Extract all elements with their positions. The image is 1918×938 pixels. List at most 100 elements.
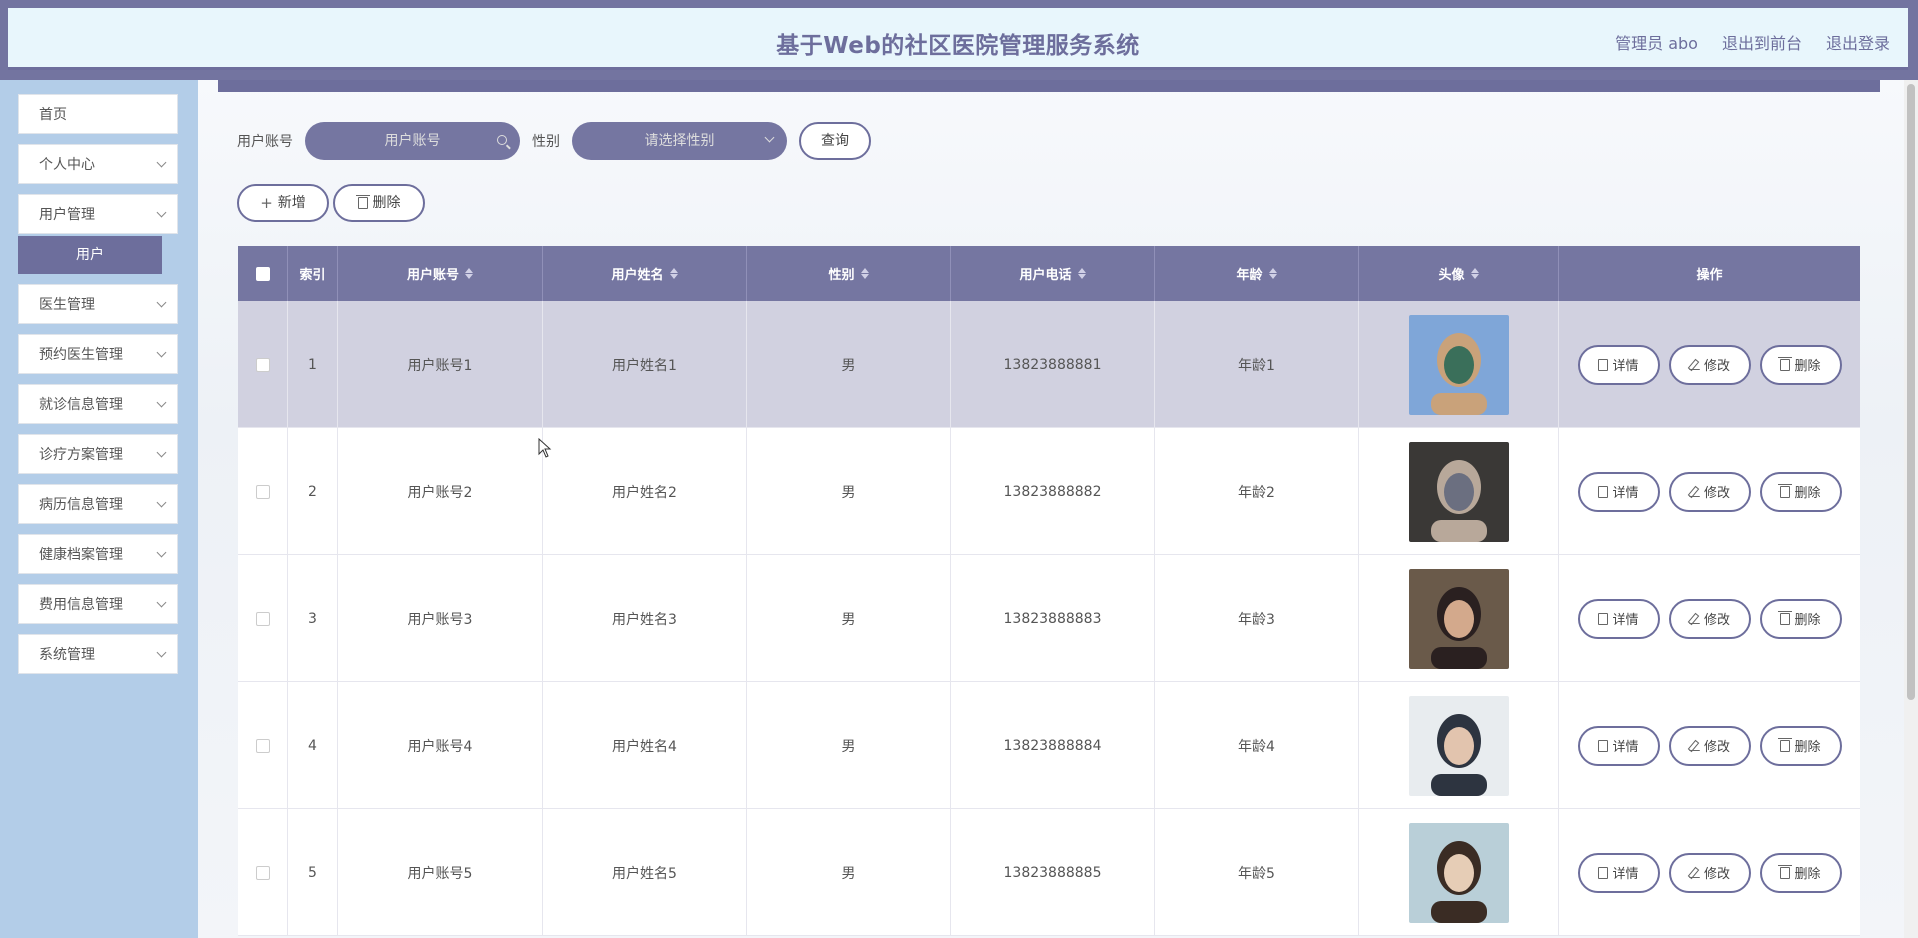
avatar[interactable] [1408, 695, 1509, 796]
edit-label: 修改 [1703, 613, 1730, 628]
document-icon [1598, 358, 1609, 371]
row-checkbox[interactable] [255, 738, 270, 753]
edit-label: 修改 [1703, 740, 1730, 755]
user-table: 索引 用户账号 用户姓名 性别 用户电话 年龄 头像 操作 1 用户账号1 用户姓名… [238, 246, 1860, 938]
exit-to-frontend-link[interactable]: 退出到前台 [1722, 30, 1802, 54]
row-checkbox[interactable] [255, 484, 270, 499]
delete-button[interactable]: 删除 [1759, 344, 1842, 385]
sidebar-item-appointment-management[interactable]: 预约医生管理 [18, 334, 178, 374]
avatar[interactable] [1408, 822, 1509, 923]
admin-user-link[interactable]: 管理员 abo [1615, 30, 1698, 54]
col-label: 年龄 [1236, 268, 1263, 283]
header: 基于Web的社区医院管理服务系统 管理员 abo 退出到前台 退出登录 [8, 8, 1908, 70]
delete-label: 删除 [1794, 740, 1821, 755]
detail-label: 详情 [1612, 867, 1639, 882]
sidebar-item-treatment-plan-management[interactable]: 诊疗方案管理 [18, 434, 178, 474]
edit-button[interactable]: 修改 [1668, 344, 1751, 385]
sort-icon [860, 268, 869, 279]
trash-icon [1778, 864, 1793, 879]
row-select-cell [238, 682, 288, 809]
edit-label: 修改 [1703, 867, 1730, 882]
col-account[interactable]: 用户账号 [338, 246, 543, 301]
edit-button[interactable]: 修改 [1668, 725, 1751, 766]
table-row[interactable]: 3 用户账号3 用户姓名3 男 13823888883 年龄3 详情 修改 删除 [238, 555, 1860, 682]
edit-button[interactable]: 修改 [1668, 852, 1751, 893]
col-phone[interactable]: 用户电话 [951, 246, 1155, 301]
account-cell: 用户账号3 [338, 555, 543, 682]
sidebar-item-visit-management[interactable]: 就诊信息管理 [18, 384, 178, 424]
trash-icon [355, 195, 370, 209]
sidebar-item-health-archive-management[interactable]: 健康档案管理 [18, 534, 178, 574]
avatar[interactable] [1408, 314, 1509, 415]
row-checkbox[interactable] [255, 865, 270, 880]
sidebar-item-doctor-management[interactable]: 医生管理 [18, 284, 178, 324]
account-cell: 用户账号2 [338, 428, 543, 555]
delete-button[interactable]: 删除 [1759, 598, 1842, 639]
col-avatar[interactable]: 头像 [1359, 246, 1559, 301]
col-name[interactable]: 用户姓名 [543, 246, 747, 301]
avatar-cell [1359, 555, 1559, 682]
chevron-down-icon [156, 447, 167, 458]
operations-cell: 详情 修改 删除 [1559, 555, 1860, 682]
chevron-down-icon [156, 347, 167, 358]
col-label: 性别 [828, 268, 855, 283]
sidebar-item-medical-record-management[interactable]: 病历信息管理 [18, 484, 178, 524]
sidebar-item-label: 费用信息管理 [39, 597, 123, 613]
edit-icon [1688, 486, 1700, 497]
delete-label: 删除 [1794, 359, 1821, 374]
sidebar-item-home[interactable]: 首页 [18, 94, 178, 134]
operations-cell: 详情 修改 删除 [1559, 301, 1860, 428]
sidebar-item-user-management[interactable]: 用户管理 [18, 194, 178, 234]
page-scrollbar[interactable] [1904, 80, 1918, 938]
detail-button[interactable]: 详情 [1577, 725, 1660, 766]
phone-cell: 13823888882 [951, 428, 1155, 555]
col-label: 操作 [1696, 268, 1723, 283]
delete-label: 删除 [1794, 867, 1821, 882]
detail-button[interactable]: 详情 [1577, 598, 1660, 639]
row-checkbox[interactable] [255, 357, 270, 372]
col-gender[interactable]: 性别 [747, 246, 951, 301]
chevron-down-icon [156, 207, 167, 218]
document-icon [1598, 866, 1609, 879]
sidebar-item-personal-center[interactable]: 个人中心 [18, 144, 178, 184]
table-row[interactable]: 5 用户账号5 用户姓名5 男 13823888885 年龄5 详情 修改 删除 [238, 809, 1860, 936]
edit-icon [1688, 740, 1700, 751]
avatar[interactable] [1408, 568, 1509, 669]
gender-select[interactable]: 请选择性别 [572, 122, 787, 160]
sidebar-item-fee-management[interactable]: 费用信息管理 [18, 584, 178, 624]
table-header: 索引 用户账号 用户姓名 性别 用户电话 年龄 头像 操作 [238, 246, 1860, 301]
sidebar-item-label: 就诊信息管理 [39, 397, 123, 413]
sort-icon [465, 268, 473, 279]
delete-button[interactable]: 删除 [1759, 852, 1842, 893]
avatar-cell [1359, 428, 1559, 555]
search-bar: 用户账号 用户账号 性别 请选择性别 查询 [237, 122, 871, 160]
sidebar-item-system-management[interactable]: 系统管理 [18, 634, 178, 674]
query-button[interactable]: 查询 [799, 122, 871, 160]
operations-cell: 详情 修改 删除 [1559, 809, 1860, 936]
index-cell: 3 [288, 555, 338, 682]
account-search-input[interactable]: 用户账号 [305, 122, 520, 160]
delete-button[interactable]: 删除 [1759, 725, 1842, 766]
delete-button[interactable]: 删除 [1759, 471, 1842, 512]
detail-button[interactable]: 详情 [1577, 471, 1660, 512]
avatar[interactable] [1408, 441, 1509, 542]
detail-button[interactable]: 详情 [1577, 852, 1660, 893]
sidebar-subitem-user[interactable]: 用户 [18, 236, 162, 274]
col-age[interactable]: 年龄 [1155, 246, 1359, 301]
row-checkbox[interactable] [255, 611, 270, 626]
table-row[interactable]: 2 用户账号2 用户姓名2 男 13823888882 年龄2 详情 修改 删除 [238, 428, 1860, 555]
select-all-checkbox[interactable] [255, 266, 270, 281]
batch-delete-button[interactable]: 删除 [333, 184, 425, 222]
detail-button[interactable]: 详情 [1577, 344, 1660, 385]
age-cell: 年龄3 [1155, 555, 1359, 682]
scrollbar-thumb[interactable] [1907, 84, 1915, 700]
edit-button[interactable]: 修改 [1668, 471, 1751, 512]
table-row[interactable]: 1 用户账号1 用户姓名1 男 13823888881 年龄1 详情 修改 删除 [238, 301, 1860, 428]
name-cell: 用户姓名3 [543, 555, 747, 682]
row-select-cell [238, 301, 288, 428]
edit-button[interactable]: 修改 [1668, 598, 1751, 639]
logout-link[interactable]: 退出登录 [1826, 30, 1890, 54]
gender-label: 性别 [532, 134, 560, 150]
table-row[interactable]: 4 用户账号4 用户姓名4 男 13823888884 年龄4 详情 修改 删除 [238, 682, 1860, 809]
add-button[interactable]: + 新增 [237, 184, 329, 222]
